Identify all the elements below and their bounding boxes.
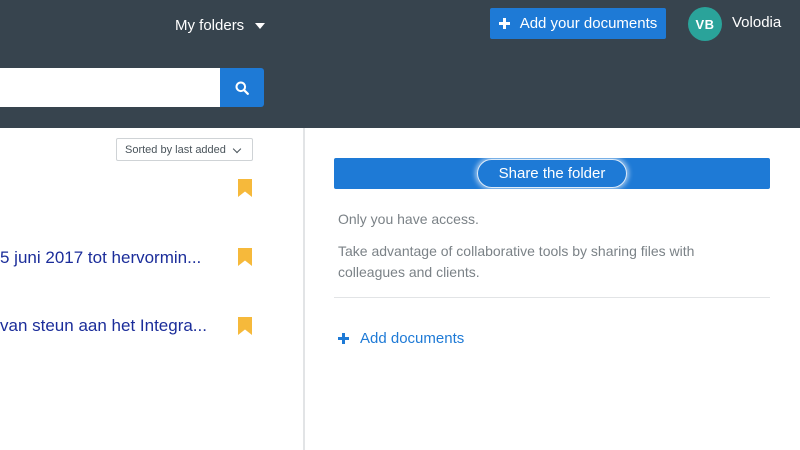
share-folder-label: Share the folder (476, 159, 628, 188)
panel-divider (303, 128, 305, 450)
user-initials: VB (695, 16, 715, 32)
search-icon (235, 81, 249, 95)
bookmark-icon[interactable] (238, 179, 252, 197)
plus-icon (498, 18, 510, 29)
add-your-documents-label: Add your documents (519, 15, 658, 32)
search-button[interactable] (220, 68, 264, 107)
top-header: My folders Add your documents VB Volodia (0, 0, 800, 128)
user-avatar[interactable]: VB (688, 7, 722, 41)
my-folders-label: My folders (175, 16, 245, 34)
collaboration-hint-text: Take advantage of collaborative tools by… (338, 243, 695, 280)
user-name[interactable]: Volodia (732, 14, 781, 31)
document-title[interactable]: van steun aan het Integra... (0, 316, 207, 336)
sort-label: Sorted by last added (125, 143, 226, 156)
panel-separator (334, 297, 770, 298)
bookmark-icon[interactable] (238, 248, 252, 266)
search-input[interactable] (0, 68, 220, 107)
document-title[interactable]: 5 juni 2017 tot hervormin... (0, 248, 201, 268)
my-folders-dropdown[interactable]: My folders (175, 14, 266, 36)
add-your-documents-button[interactable]: Add your documents (490, 8, 666, 39)
chevron-down-icon (232, 144, 242, 154)
add-documents-label: Add documents (360, 330, 465, 347)
plus-icon (338, 333, 349, 344)
access-status-text: Only you have access. (338, 211, 479, 227)
add-documents-link[interactable]: Add documents (338, 330, 464, 347)
bookmark-icon[interactable] (238, 317, 252, 335)
caret-down-icon (255, 23, 266, 29)
share-folder-button[interactable]: Share the folder (334, 158, 770, 189)
sort-dropdown[interactable]: Sorted by last added (116, 138, 253, 161)
